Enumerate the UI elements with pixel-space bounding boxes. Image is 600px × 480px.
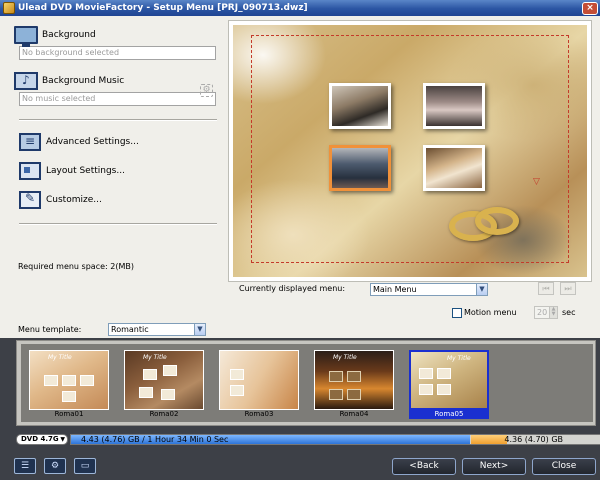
template-item-selected[interactable]: My Title Roma05: [409, 350, 489, 420]
template-thumbnail: My Title: [29, 350, 109, 410]
chapter-thumbnail[interactable]: [423, 145, 485, 191]
monitor-icon: [14, 26, 38, 47]
disk-type-select[interactable]: DVD 4.7G ▼: [16, 434, 68, 445]
window-title: Ulead DVD MovieFactory - Setup Menu [PRJ…: [18, 3, 308, 13]
output-icon[interactable]: ▭: [74, 458, 96, 474]
disk-type-value: DVD 4.7G: [21, 435, 59, 443]
settings-icon: [19, 133, 41, 151]
template-thumbnail: My Title: [409, 350, 489, 410]
customize-button[interactable]: Customize...: [19, 189, 220, 211]
music-field: No music selected: [19, 92, 216, 106]
main-panel: Background No background selected Backgr…: [0, 16, 600, 338]
title-bar: Ulead DVD MovieFactory - Setup Menu [PRJ…: [0, 0, 600, 16]
motion-duration-spinner[interactable]: 20 ▲ ▼: [534, 306, 558, 319]
disk-usage-text: 4.43 (4.76) GB / 1 Hour 34 Min 0 Sec: [81, 435, 229, 444]
next-button[interactable]: Next>: [462, 458, 526, 475]
menu-template-select[interactable]: Romantic ▼: [108, 323, 206, 336]
required-space-text: Required menu space: 2(MB): [18, 262, 134, 271]
template-strip[interactable]: My Title Roma01 My Title Roma02 Roma03 M…: [21, 344, 593, 422]
template-gallery: My Title Roma01 My Title Roma02 Roma03 M…: [16, 340, 596, 426]
chevron-down-icon: ▼: [194, 324, 205, 335]
chapter-thumbnail[interactable]: [423, 83, 485, 129]
template-thumbnail: My Title: [124, 350, 204, 410]
chapter-thumbnail[interactable]: [329, 83, 391, 129]
layout-settings-button[interactable]: Layout Settings...: [19, 160, 220, 182]
background-label: Background: [42, 30, 96, 40]
template-name: Roma02: [149, 410, 179, 418]
seconds-unit: sec: [562, 308, 576, 317]
close-window-icon[interactable]: ×: [582, 1, 598, 15]
template-name: Roma01: [54, 410, 84, 418]
motion-duration-value: 20: [537, 308, 548, 317]
template-thumbnail: My Title: [314, 350, 394, 410]
chevron-down-icon: ▼: [476, 284, 487, 295]
disk-overflow-marker: [471, 435, 507, 444]
chapter-thumbnail-selected[interactable]: [329, 145, 391, 191]
app-icon: [3, 2, 15, 14]
layout-icon: [19, 162, 41, 180]
template-name: Roma03: [244, 410, 274, 418]
chevron-down-icon: ▼: [60, 436, 65, 443]
template-thumbnail: [219, 350, 299, 410]
menu-template-value: Romantic: [111, 325, 149, 334]
menu-template-label: Menu template:: [18, 325, 82, 334]
preferences-icon[interactable]: ⚙: [44, 458, 66, 474]
template-item[interactable]: My Title Roma01: [29, 350, 109, 420]
template-name: Roma05: [409, 410, 489, 419]
disk-usage-row: DVD 4.7G ▼ 4.43 (4.76) GB / 1 Hour 34 Mi…: [16, 434, 600, 446]
advanced-settings-label: Advanced Settings...: [46, 137, 139, 147]
customize-label: Customize...: [46, 195, 102, 205]
template-name: Roma04: [339, 410, 369, 418]
displayed-menu-label: Currently displayed menu:: [239, 284, 346, 293]
template-item[interactable]: Roma03: [219, 350, 299, 420]
navigation-arrow-icon: ▽: [533, 177, 540, 187]
music-icon: [14, 72, 38, 90]
menu-preview-frame: ▽: [228, 20, 592, 282]
wedding-rings-image: [439, 201, 529, 251]
layout-settings-label: Layout Settings...: [46, 166, 125, 176]
close-button[interactable]: Close: [532, 458, 596, 475]
project-settings-icon[interactable]: ☰: [14, 458, 36, 474]
back-button[interactable]: <Back: [392, 458, 456, 475]
left-pane: Background No background selected Backgr…: [14, 24, 220, 225]
divider: [19, 223, 217, 225]
displayed-menu-value: Main Menu: [373, 285, 417, 294]
background-music-button[interactable]: Background Music: [14, 70, 220, 92]
disk-usage-bar: 4.43 (4.76) GB / 1 Hour 34 Min 0 Sec 4.3…: [70, 434, 600, 445]
spinner-arrows-icon[interactable]: ▲ ▼: [549, 307, 557, 318]
music-options-icon[interactable]: ⚙: [200, 84, 213, 97]
next-menu-button[interactable]: ⏭: [560, 282, 576, 295]
background-field: No background selected: [19, 46, 216, 60]
background-button[interactable]: Background: [14, 24, 220, 47]
template-item[interactable]: My Title Roma02: [124, 350, 204, 420]
menu-preview[interactable]: ▽: [233, 25, 587, 277]
disk-free-text: 4.36 (4.70) GB: [504, 435, 563, 444]
motion-menu-checkbox[interactable]: [452, 308, 462, 318]
music-label: Background Music: [42, 76, 125, 86]
customize-icon: [19, 191, 41, 209]
motion-menu-label: Motion menu: [464, 308, 517, 317]
bottom-bar: ☰ ⚙ ▭ <Back Next> Close: [0, 452, 600, 480]
previous-menu-button[interactable]: ⏮: [538, 282, 554, 295]
advanced-settings-button[interactable]: Advanced Settings...: [19, 131, 220, 153]
template-item[interactable]: My Title Roma04: [314, 350, 394, 420]
displayed-menu-select[interactable]: Main Menu ▼: [370, 283, 488, 296]
